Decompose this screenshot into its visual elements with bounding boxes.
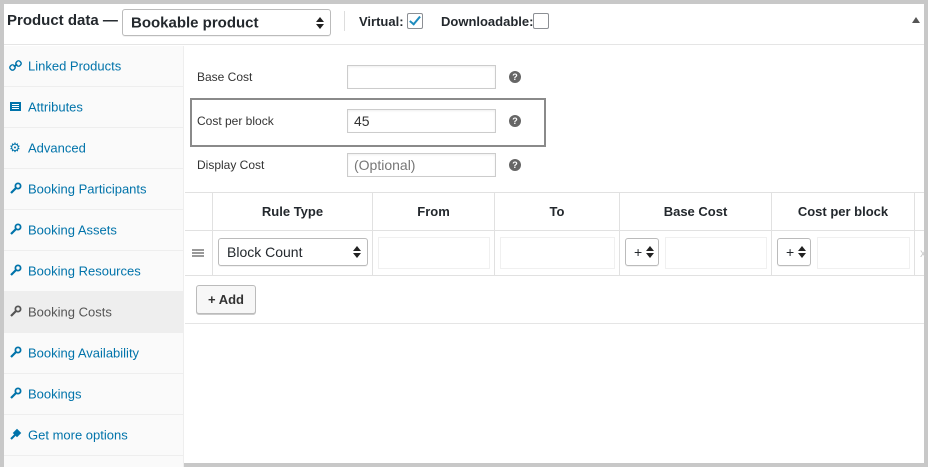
list-icon [8, 100, 22, 114]
booking-costs-panel: Base Cost ? Cost per block 45 ? Display … [185, 46, 926, 467]
tab-label: Get more options [28, 427, 128, 443]
product-data-tabs: Linked Products Attributes ⚙ Advanced Bo… [4, 46, 184, 467]
tab-booking-participants[interactable]: Booking Participants [4, 169, 184, 210]
select-arrows-icon [353, 246, 361, 258]
virtual-checkbox[interactable] [407, 13, 423, 29]
tab-label: Booking Assets [28, 222, 117, 238]
gear-icon: ⚙ [9, 140, 21, 155]
base-cost-input[interactable] [347, 65, 496, 89]
cost-per-block-modifier-select[interactable]: + [777, 238, 811, 266]
tab-linked-products[interactable]: Linked Products [4, 46, 184, 87]
tab-label: Linked Products [28, 58, 122, 74]
tab-label: Advanced [28, 140, 86, 156]
display-cost-input[interactable]: (Optional) [347, 153, 496, 177]
from-input[interactable] [378, 237, 490, 269]
wrench-icon [8, 346, 22, 360]
cost-rules-table: Rule Type From To Base Cost Cost per blo… [185, 192, 926, 324]
display-cost-label: Display Cost [197, 158, 265, 172]
drag-handle-icon[interactable] [192, 249, 204, 257]
cost-per-block-label: Cost per block [197, 114, 274, 128]
tab-label: Booking Availability [28, 345, 140, 361]
column-header-from: From [373, 193, 495, 231]
tab-label: Attributes [28, 99, 83, 115]
tab-booking-availability[interactable]: Booking Availability [4, 333, 184, 374]
wrench-icon [8, 264, 22, 278]
base-cost-label: Base Cost [197, 70, 253, 84]
base-cost-rule-input[interactable] [665, 237, 767, 269]
tab-booking-assets[interactable]: Booking Assets [4, 210, 184, 251]
base-cost-modifier-select[interactable]: + [625, 238, 659, 266]
column-header-rule-type: Rule Type [213, 193, 373, 231]
cost-per-block-rule-input[interactable] [817, 237, 910, 269]
rule-type-cell: Block Count [213, 231, 373, 275]
tab-bookings[interactable]: Bookings [4, 374, 184, 415]
tab-label: Booking Participants [28, 181, 147, 197]
wrench-icon [8, 182, 22, 196]
panel-header: Product data — Bookable product Virtual:… [4, 4, 924, 45]
to-cell [495, 231, 620, 275]
tab-attributes[interactable]: Attributes [4, 87, 184, 128]
product-type-value: Bookable product [131, 14, 259, 31]
help-icon[interactable]: ? [509, 71, 521, 83]
select-arrows-icon [646, 246, 654, 258]
wrench-icon [8, 223, 22, 237]
select-arrows-icon [798, 246, 806, 258]
to-input[interactable] [500, 237, 615, 269]
drag-column-header [185, 193, 213, 231]
rule-type-value: Block Count [227, 244, 303, 260]
add-rule-button[interactable]: + Add [196, 285, 256, 314]
rule-type-select[interactable]: Block Count [218, 238, 368, 266]
checkmark-icon [409, 13, 421, 26]
tab-label: Bookings [28, 386, 82, 402]
downloadable-checkbox[interactable] [533, 13, 549, 29]
tab-booking-resources[interactable]: Booking Resources [4, 251, 184, 292]
table-header-row: Rule Type From To Base Cost Cost per blo… [185, 192, 924, 231]
tab-get-more-options[interactable]: Get more options [4, 415, 184, 456]
product-type-select[interactable]: Bookable product [122, 9, 331, 36]
from-cell [373, 231, 495, 275]
tab-booking-costs[interactable]: Booking Costs [4, 292, 184, 333]
collapse-arrow-icon[interactable] [912, 17, 920, 23]
tab-label: Booking Costs [28, 304, 112, 320]
link-icon [8, 59, 22, 73]
panel-title: Product data — [7, 12, 118, 29]
select-arrows-icon [316, 16, 324, 29]
cost-per-block-input[interactable]: 45 [347, 109, 496, 133]
tab-advanced[interactable]: ⚙ Advanced [4, 128, 184, 169]
column-header-base-cost: Base Cost [620, 193, 772, 231]
wrench-icon [8, 305, 22, 319]
virtual-label: Virtual: [359, 14, 404, 29]
column-header-cost-per-block: Cost per block [772, 193, 915, 231]
base-cost-cell: + [620, 231, 772, 275]
table-row: Block Count + + x [185, 231, 926, 276]
help-icon[interactable]: ? [509, 159, 521, 171]
remove-rule-icon[interactable]: x [920, 246, 926, 260]
wrench-icon [8, 387, 22, 401]
modifier-value: + [634, 244, 643, 260]
help-icon[interactable]: ? [509, 115, 521, 127]
header-divider [344, 11, 345, 31]
modifier-value: + [786, 244, 795, 260]
drag-cell [185, 231, 213, 275]
plugin-icon [8, 428, 22, 442]
tab-label: Booking Resources [28, 263, 141, 279]
column-header-to: To [495, 193, 620, 231]
cost-per-block-cell: + [772, 231, 915, 275]
product-data-panel: Product data — Bookable product Virtual:… [0, 0, 928, 467]
downloadable-label: Downloadable: [441, 14, 534, 29]
